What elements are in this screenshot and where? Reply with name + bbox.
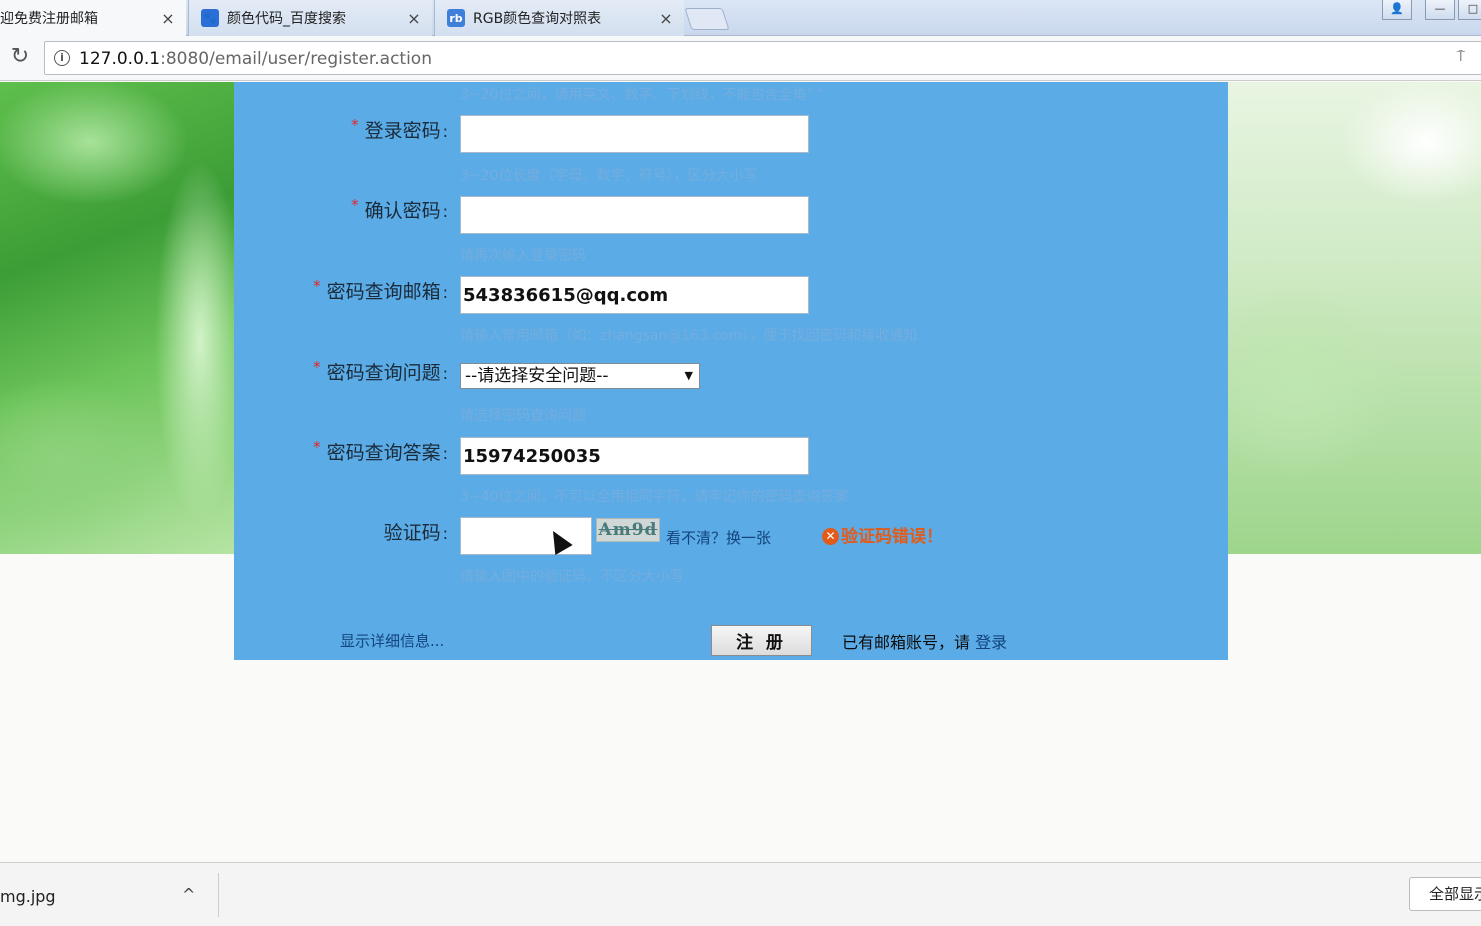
login-link[interactable]: 登录 — [975, 633, 1007, 652]
tab-strip: 迎免费注册邮箱 × 🐾 颜色代码_百度搜索 × rb RGB颜色查询对照表 × … — [0, 0, 1481, 36]
tab-baidu-search[interactable]: 🐾 颜色代码_百度搜索 × — [188, 0, 432, 36]
required-mark: * — [351, 196, 359, 214]
security-question-label: * 密码查询问题: — [313, 358, 448, 384]
security-question-select[interactable]: --请选择安全问题-- ▼ — [460, 363, 700, 389]
error-icon: ✕ — [822, 528, 839, 545]
tab-rgb-color-table[interactable]: rb RGB颜色查询对照表 × — [434, 0, 684, 36]
chevron-up-icon[interactable]: ^ — [182, 885, 195, 904]
leaf-background-image — [0, 82, 236, 554]
maximize-button[interactable]: □ — [1458, 0, 1481, 20]
browser-toolbar: ↻ i 127.0.0.1:8080/email/user/register.a… — [0, 36, 1481, 81]
register-form-panel: 3~20位之间，请用英文、数字、下划线，不能包含全角" " * 登录密码: 3~2… — [234, 82, 1228, 660]
address-bar[interactable]: i 127.0.0.1:8080/email/user/register.act… — [44, 41, 1481, 75]
tab-title: RGB颜色查询对照表 — [473, 11, 602, 27]
captcha-image[interactable]: Am9d — [596, 518, 660, 542]
confirm-password-label: * 确认密码: — [351, 196, 448, 222]
security-question-hint: 请选择密码查询问题 — [460, 408, 586, 424]
close-icon[interactable]: × — [406, 9, 422, 28]
captcha-field[interactable] — [460, 517, 592, 555]
select-value: --请选择安全问题-- — [465, 366, 609, 386]
download-file-name[interactable]: mg.jpg — [0, 887, 56, 906]
user-profile-icon[interactable]: 👤 — [1382, 0, 1412, 20]
baidu-paw-icon: 🐾 — [201, 9, 219, 27]
required-mark: * — [351, 116, 359, 134]
security-answer-hint: 3~40位之间，不可以全用相同字符，请牢记你的密码查询答案 — [460, 489, 849, 505]
tab-title: 迎免费注册邮箱 — [0, 11, 98, 27]
divider — [218, 873, 219, 917]
required-mark: * — [313, 438, 321, 456]
register-button[interactable]: 注 册 — [711, 625, 812, 656]
download-shelf: mg.jpg ^ 全部显示 — [0, 862, 1481, 926]
password-label: * 登录密码: — [351, 116, 448, 142]
captcha-error-message: ✕ 验证码错误！ — [822, 522, 943, 547]
security-answer-field[interactable] — [460, 437, 809, 475]
required-mark: * — [313, 358, 321, 376]
captcha-hint: 请输入图中的验证码，不区分大小写 — [460, 569, 684, 585]
username-hint: 3~20位之间，请用英文、数字、下划线，不能包含全角" " — [460, 87, 824, 103]
confirm-password-field[interactable] — [460, 196, 809, 234]
dropdown-arrow-icon: ▼ — [684, 369, 693, 382]
close-icon[interactable]: × — [658, 9, 674, 28]
url-path: :8080/email/user/register.action — [160, 49, 432, 69]
security-answer-label: * 密码查询答案: — [313, 438, 448, 464]
leaf-background-image-right — [1226, 82, 1481, 554]
site-favicon-icon: rb — [447, 9, 465, 27]
captcha-label: 验证码: — [383, 522, 448, 544]
show-all-downloads-button[interactable]: 全部显示 — [1409, 877, 1481, 911]
recovery-email-label: * 密码查询邮箱: — [313, 277, 448, 303]
required-mark: * — [313, 277, 321, 295]
url-text[interactable]: 127.0.0.1:8080/email/user/register.actio… — [79, 49, 432, 69]
page-viewport: 3~20位之间，请用英文、数字、下划线，不能包含全角" " * 登录密码: 3~2… — [0, 82, 1481, 862]
close-icon[interactable]: × — [160, 9, 176, 28]
show-details-link[interactable]: 显示详细信息... — [340, 630, 444, 651]
recovery-email-hint: 请输入常用邮箱（如：zhangsan@163.com），便于找回密码和接收通知 — [460, 328, 918, 344]
password-hint: 3~20位长度（字母、数字、符号），区分大小写 — [460, 168, 758, 184]
reload-icon[interactable]: ↻ — [8, 45, 32, 69]
info-icon[interactable]: i — [54, 50, 70, 66]
tab-register-mail[interactable]: 迎免费注册邮箱 × — [0, 0, 186, 36]
minimize-button[interactable]: — — [1425, 0, 1455, 20]
captcha-refresh-link[interactable]: 看不清？换一张 — [666, 527, 771, 548]
password-field[interactable] — [460, 115, 809, 153]
new-tab-button[interactable] — [684, 8, 730, 30]
recovery-email-field[interactable] — [460, 276, 809, 314]
url-host: 127.0.0.1 — [79, 49, 161, 69]
login-prompt: 已有邮箱账号，请 登录 — [842, 633, 1008, 652]
tab-title: 颜色代码_百度搜索 — [227, 11, 346, 27]
confirm-password-hint: 请再次输入登录密码 — [460, 248, 586, 264]
pin-icon[interactable]: ⍑ — [1457, 49, 1465, 65]
